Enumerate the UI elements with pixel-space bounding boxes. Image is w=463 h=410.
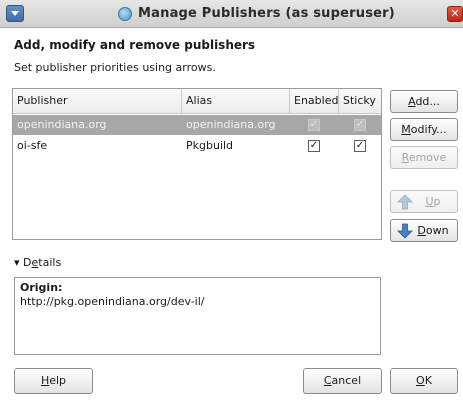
up-button[interactable]: Up bbox=[390, 190, 458, 213]
window-title: Manage Publishers (as superuser) bbox=[138, 6, 395, 21]
column-header-enabled[interactable]: Enabled bbox=[290, 89, 339, 114]
help-mnemonic: H bbox=[40, 374, 50, 387]
sticky-checkbox[interactable]: ✓ bbox=[354, 140, 366, 152]
help-button[interactable]: Help bbox=[14, 368, 93, 394]
origin-url: http://pkg.openindiana.org/dev-il/ bbox=[20, 295, 205, 308]
cancel-mnemonic: C bbox=[323, 374, 332, 387]
up-label: p bbox=[433, 195, 441, 208]
help-label: elp bbox=[49, 374, 67, 387]
modify-button[interactable]: Modify... bbox=[390, 118, 458, 141]
enabled-checkbox[interactable]: ✓ bbox=[308, 119, 320, 131]
package-manager-icon bbox=[118, 7, 132, 21]
remove-label: emove bbox=[408, 151, 447, 164]
table-row[interactable]: openindiana.org openindiana.org ✓ ✓ bbox=[13, 115, 381, 135]
ok-mnemonic: O bbox=[416, 374, 425, 387]
down-mnemonic: D bbox=[417, 224, 426, 237]
expander-arrow-icon: ▾ bbox=[14, 256, 20, 269]
alias-cell: openindiana.org bbox=[186, 118, 276, 131]
remove-button[interactable]: Remove bbox=[390, 146, 458, 169]
down-label: own bbox=[425, 224, 449, 237]
publisher-table: Publisher Alias Enabled Sticky openindia… bbox=[12, 88, 382, 240]
column-header-alias[interactable]: Alias bbox=[182, 89, 290, 114]
window-menu-icon[interactable] bbox=[6, 5, 24, 22]
publisher-cell: openindiana.org bbox=[17, 118, 107, 131]
publisher-cell: oi-sfe bbox=[17, 139, 48, 152]
table-header: Publisher Alias Enabled Sticky bbox=[13, 89, 381, 114]
down-button[interactable]: Down bbox=[390, 219, 458, 242]
table-row[interactable]: oi-sfe Pkgbuild ✓ ✓ bbox=[13, 136, 381, 156]
dialog-subheading: Set publisher priorities using arrows. bbox=[14, 61, 216, 74]
cancel-label: ancel bbox=[331, 374, 362, 387]
ok-label: K bbox=[424, 374, 432, 387]
add-label: dd... bbox=[415, 95, 440, 108]
close-icon[interactable]: ✕ bbox=[447, 6, 463, 22]
modify-label: odify... bbox=[410, 123, 447, 136]
add-button[interactable]: Add... bbox=[390, 90, 458, 113]
details-label: Details bbox=[23, 256, 62, 269]
title-bar: Manage Publishers (as superuser) ✕ bbox=[0, 0, 463, 28]
details-expander[interactable]: ▾ Details bbox=[14, 256, 61, 269]
down-arrow-icon bbox=[397, 223, 413, 239]
enabled-checkbox[interactable]: ✓ bbox=[308, 140, 320, 152]
dialog-heading: Add, modify and remove publishers bbox=[14, 38, 256, 52]
column-header-publisher[interactable]: Publisher bbox=[13, 89, 182, 114]
origin-label: Origin: bbox=[20, 281, 63, 294]
modify-mnemonic: M bbox=[401, 123, 411, 136]
remove-mnemonic: R bbox=[401, 151, 409, 164]
up-arrow-icon bbox=[397, 194, 413, 210]
up-mnemonic: U bbox=[425, 195, 434, 208]
details-panel: Origin: http://pkg.openindiana.org/dev-i… bbox=[14, 277, 381, 355]
cancel-button[interactable]: Cancel bbox=[303, 368, 382, 394]
column-header-sticky[interactable]: Sticky bbox=[339, 89, 381, 114]
alias-cell: Pkgbuild bbox=[186, 139, 234, 152]
ok-button[interactable]: OK bbox=[390, 368, 458, 394]
sticky-checkbox[interactable]: ✓ bbox=[354, 119, 366, 131]
